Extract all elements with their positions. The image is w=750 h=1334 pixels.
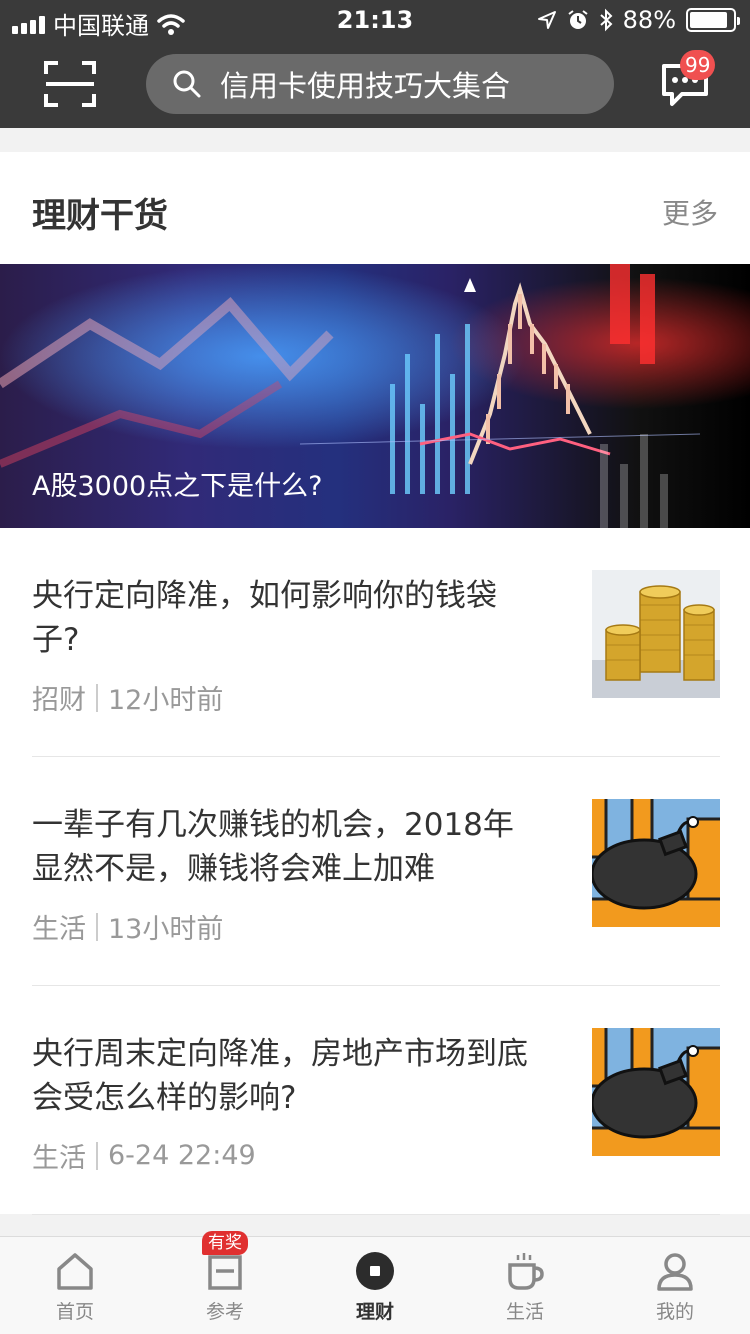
- article-category: 招财: [32, 685, 86, 716]
- tab-label: 参考: [205, 1301, 244, 1323]
- tab-reference[interactable]: 有奖 参考: [150, 1231, 300, 1334]
- tab-label: 我的: [655, 1301, 694, 1323]
- article-category: 生活: [32, 1143, 86, 1174]
- bluetooth-icon: [599, 8, 613, 32]
- meta-divider: [96, 683, 98, 712]
- search-icon: [173, 70, 201, 98]
- scan-icon[interactable]: [44, 60, 96, 108]
- more-link[interactable]: 更多: [662, 192, 718, 232]
- battery-icon: [686, 8, 740, 32]
- tab-finance[interactable]: 理财: [300, 1237, 450, 1334]
- tab-label: 生活: [505, 1301, 544, 1323]
- tab-label: 理财: [355, 1301, 394, 1323]
- meta-divider: [96, 1141, 98, 1170]
- alarm-icon: [568, 10, 588, 29]
- search-bar[interactable]: 信用卡使用技巧大集合: [146, 54, 614, 114]
- bomb-image: [592, 799, 720, 927]
- article-title: 一辈子有几次赚钱的机会，2018年显然不是，赚钱将会难上加难: [32, 807, 514, 887]
- profile-icon: [657, 1253, 693, 1291]
- section-title: 理财干货: [32, 196, 168, 236]
- home-icon: [57, 1253, 93, 1290]
- article-time: 12小时前: [108, 685, 224, 716]
- featured-banner[interactable]: A股3000点之下是什么?: [0, 264, 750, 528]
- section-header: 理财干货 更多: [0, 152, 750, 264]
- bottom-tab-bar: 首页 有奖 参考 理财 生活 我的: [0, 1231, 750, 1334]
- article-title: 央行定向降准，如何影响你的钱袋子?: [32, 578, 497, 658]
- article-item[interactable]: 央行定向降准，如何影响你的钱袋子? 招财 12小时前: [32, 528, 720, 757]
- article-item[interactable]: 一辈子有几次赚钱的机会，2018年显然不是，赚钱将会难上加难 生活 13小时前: [32, 757, 720, 986]
- status-bar: 中国联通 21:13 88%: [0, 0, 750, 42]
- gold-coins-image: [592, 570, 720, 698]
- article-category: 生活: [32, 914, 86, 945]
- battery-percent: 88%: [622, 6, 676, 34]
- finance-icon: [356, 1252, 394, 1290]
- article-meta: 生活 13小时前: [32, 907, 223, 946]
- location-icon: [537, 11, 556, 29]
- tab-home[interactable]: 首页: [0, 1237, 150, 1334]
- message-badge: 99: [680, 50, 716, 80]
- meta-divider: [96, 912, 98, 941]
- coffee-icon: [508, 1253, 544, 1290]
- tab-label: 首页: [55, 1301, 94, 1323]
- finance-section-card: 理财干货 更多 A股3000点之下是什么? 央行定向降准，如何影响你的钱袋子? …: [0, 152, 750, 1215]
- article-item[interactable]: 央行周末定向降准，房地产市场到底会受怎么样的影响? 生活 6-24 22:49: [32, 986, 720, 1215]
- article-title: 央行周末定向降准，房地产市场到底会受怎么样的影响?: [32, 1036, 528, 1116]
- article-meta: 生活 6-24 22:49: [32, 1136, 256, 1175]
- banner-caption: A股3000点之下是什么?: [32, 471, 323, 502]
- article-time: 13小时前: [108, 914, 224, 945]
- top-bar: 中国联通 21:13 88% 信用卡使用技巧大集合 99: [0, 0, 750, 128]
- prize-badge: 有奖: [202, 1231, 248, 1255]
- tab-profile[interactable]: 我的: [600, 1237, 750, 1334]
- article-time: 6-24 22:49: [108, 1140, 256, 1171]
- reference-icon: [208, 1255, 242, 1290]
- bomb-image: [592, 1028, 720, 1156]
- tab-life[interactable]: 生活: [450, 1237, 600, 1334]
- article-meta: 招财 12小时前: [32, 678, 223, 717]
- search-placeholder: 信用卡使用技巧大集合: [220, 69, 511, 103]
